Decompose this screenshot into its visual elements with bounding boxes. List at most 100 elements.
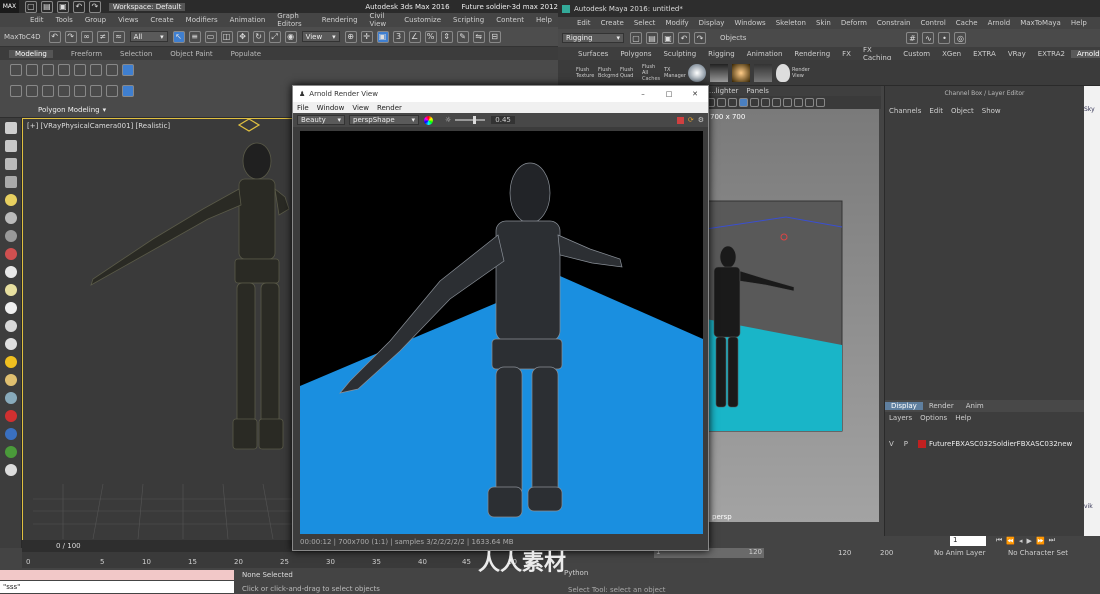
shelf-tab-rigging[interactable]: Rigging: [702, 50, 741, 58]
exposure-icon[interactable]: ☼: [445, 116, 451, 124]
camera-icon[interactable]: [717, 98, 726, 107]
ribbon-tool-icon[interactable]: [122, 64, 134, 76]
maya-menu-windows[interactable]: Windows: [734, 19, 765, 27]
paint-icon[interactable]: [4, 410, 17, 422]
window-crossing-icon[interactable]: ◫: [220, 30, 233, 43]
snap-point-icon[interactable]: •: [938, 32, 951, 44]
menu-help[interactable]: Help: [536, 16, 552, 24]
leaf-icon[interactable]: [4, 446, 17, 458]
create-panel-icon[interactable]: [4, 122, 17, 134]
maya-menu-modify[interactable]: Modify: [665, 19, 688, 27]
ribbon-tool-icon[interactable]: [10, 64, 22, 76]
ribbon-tool-icon[interactable]: [26, 64, 38, 76]
maya-mode-dropdown[interactable]: Rigging ▾: [562, 33, 624, 43]
arnold-menu-view[interactable]: View: [352, 104, 369, 112]
character-set-dropdown[interactable]: No Character Set: [1008, 549, 1068, 557]
channel-menu-edit[interactable]: Edit: [929, 107, 943, 115]
maya-menu-constrain[interactable]: Constrain: [877, 19, 911, 27]
polygon-modeling-dropdown[interactable]: Polygon Modeling ▾: [38, 106, 106, 114]
maya-menu-deform[interactable]: Deform: [841, 19, 867, 27]
play-icon[interactable]: ▶: [1027, 537, 1032, 545]
new-scene-icon[interactable]: ▢: [630, 32, 642, 44]
tab-object-paint[interactable]: Object Paint: [170, 50, 212, 58]
globe-icon[interactable]: [4, 428, 17, 440]
layer-tab-anim[interactable]: Anim: [960, 402, 990, 410]
shelf-tab-sculpting[interactable]: Sculpting: [657, 50, 702, 58]
bind-space-warp-icon[interactable]: ≈: [112, 30, 125, 43]
shadows-icon[interactable]: [794, 98, 803, 107]
go-to-start-icon[interactable]: ⏮: [996, 536, 1002, 545]
tx-manager-button[interactable]: TX Manager: [664, 67, 686, 79]
align-icon[interactable]: ⊟: [488, 30, 501, 43]
angle-snap-icon[interactable]: ∠: [408, 30, 421, 43]
shelf-tab-vray[interactable]: VRay: [1002, 50, 1032, 58]
shelf-tab-animation[interactable]: Animation: [741, 50, 789, 58]
ribbon-tool-icon[interactable]: [10, 85, 22, 97]
close-icon[interactable]: ✕: [682, 90, 708, 98]
tab-freeform[interactable]: Freeform: [71, 50, 102, 58]
undo-icon[interactable]: ↶: [48, 30, 61, 43]
area-light-icon[interactable]: [710, 63, 728, 82]
camera-dropdown[interactable]: perspShape ▾: [349, 115, 419, 125]
smooth-shade-icon[interactable]: [761, 98, 770, 107]
menu-civil-view[interactable]: Civil View: [370, 12, 393, 28]
workspace-select[interactable]: Workspace: Default: [108, 2, 186, 11]
current-frame-field[interactable]: 1: [950, 536, 986, 546]
objects-mode[interactable]: Objects: [720, 34, 746, 42]
percent-snap-icon[interactable]: %: [424, 30, 437, 43]
undo-icon[interactable]: ↶: [72, 0, 85, 13]
shelf-tab-fx[interactable]: FX: [836, 50, 857, 58]
reference-coordinate-system[interactable]: View ▾: [301, 31, 340, 42]
ribbon-tool-icon[interactable]: [74, 64, 86, 76]
rotate-icon[interactable]: ↻: [252, 30, 265, 43]
ribbon-tool-icon[interactable]: [106, 85, 118, 97]
panel-menu-lighting[interactable]: ...lighter: [709, 87, 738, 95]
step-back-icon[interactable]: ◂: [1019, 537, 1023, 545]
anim-max-field[interactable]: 200: [880, 549, 893, 557]
menu-rendering[interactable]: Rendering: [322, 16, 358, 24]
layer-menu-options[interactable]: Options: [920, 414, 947, 422]
maya-menu-skeleton[interactable]: Skeleton: [776, 19, 806, 27]
box-icon[interactable]: [4, 284, 17, 296]
render-icon[interactable]: ◎: [954, 32, 967, 44]
bookmark-icon[interactable]: [728, 98, 737, 107]
redo-icon[interactable]: ↷: [64, 30, 77, 43]
particles-icon[interactable]: [4, 392, 17, 404]
menu-customize[interactable]: Customize: [404, 16, 441, 24]
ribbon-tool-icon[interactable]: [26, 85, 38, 97]
layer-row[interactable]: V P FutureFBXASC032SoldierFBXASC032new: [889, 440, 1072, 448]
mesh-light-icon[interactable]: [754, 63, 772, 82]
menu-modifiers[interactable]: Modifiers: [186, 16, 218, 24]
redo-icon[interactable]: ↷: [88, 0, 101, 13]
menu-graph-editors[interactable]: Graph Editors: [277, 12, 309, 28]
layer-color-swatch[interactable]: [918, 440, 927, 448]
keyboard-shortcut-icon[interactable]: ▣: [376, 30, 389, 43]
helper-icon[interactable]: [4, 230, 17, 242]
step-back-key-icon[interactable]: ⏪: [1006, 537, 1015, 545]
maya-menu-select[interactable]: Select: [634, 19, 656, 27]
physical-sky-icon[interactable]: [776, 63, 790, 82]
wireframe-icon[interactable]: [750, 98, 759, 107]
photometric-light-icon[interactable]: [732, 63, 750, 82]
render-canvas[interactable]: [300, 131, 703, 534]
bulb-icon[interactable]: [4, 194, 17, 206]
maxscript-input[interactable]: "sss": [0, 581, 234, 593]
new-file-icon[interactable]: ▢: [24, 0, 37, 13]
isolate-icon[interactable]: [805, 98, 814, 107]
maya-menu-skin[interactable]: Skin: [816, 19, 831, 27]
layer-visibility[interactable]: V: [889, 440, 894, 448]
snap-curve-icon[interactable]: ∿: [922, 32, 935, 44]
menu-views[interactable]: Views: [118, 16, 138, 24]
anim-end-field[interactable]: 120: [838, 549, 851, 557]
menu-edit[interactable]: Edit: [30, 16, 44, 24]
max-logo[interactable]: MAX: [0, 0, 19, 13]
teapot-icon[interactable]: [4, 248, 17, 260]
flush-texture-button[interactable]: Flush Texture: [576, 67, 596, 79]
go-to-end-icon[interactable]: ⏭: [1049, 536, 1055, 545]
skydome-light-icon[interactable]: [688, 63, 706, 82]
maya-menu-cache[interactable]: Cache: [956, 19, 978, 27]
snap-grid-icon[interactable]: #: [906, 32, 919, 44]
snap-3d-icon[interactable]: 3: [392, 30, 405, 43]
maya-menu-control[interactable]: Control: [920, 19, 945, 27]
rect-selection-icon[interactable]: ▭: [204, 30, 217, 43]
